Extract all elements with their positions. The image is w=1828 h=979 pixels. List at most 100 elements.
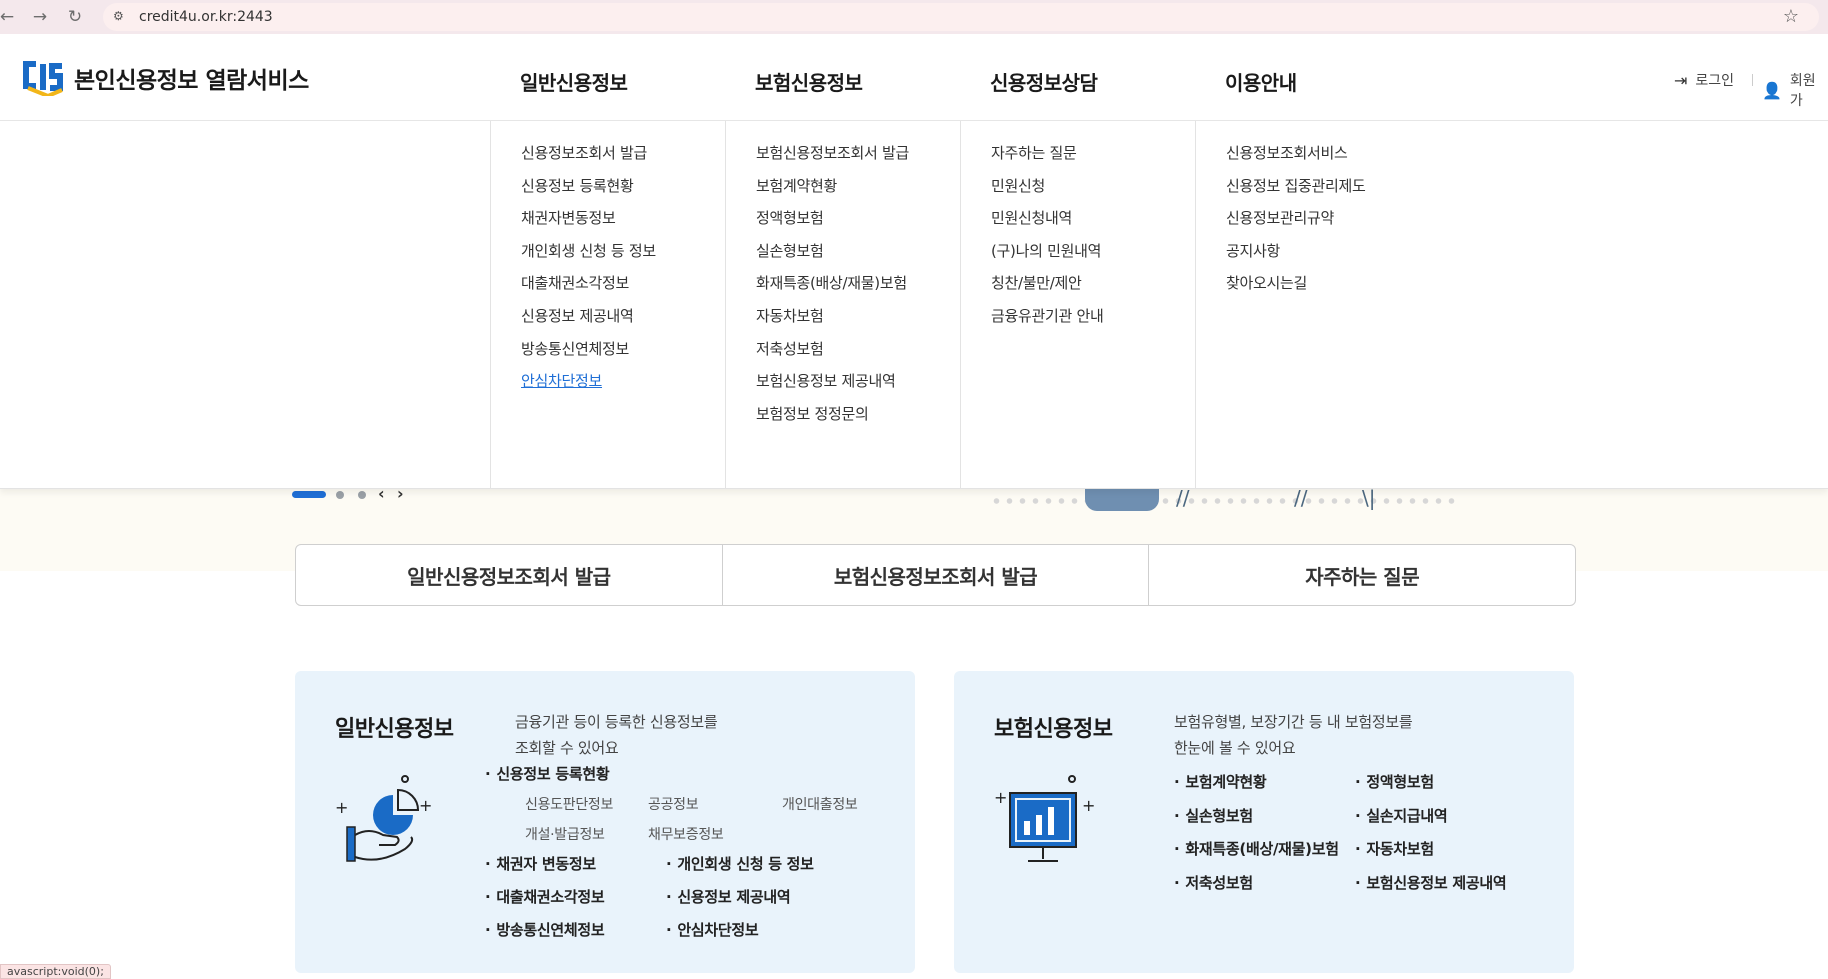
quick-faq-button[interactable]: 자주하는 질문 (1149, 545, 1575, 605)
monitor-bar-chart-icon: + + (994, 775, 1094, 862)
card-link[interactable]: 대출채권소각정보 (485, 886, 604, 907)
nav-consulting[interactable]: 신용정보상담 (990, 67, 1098, 96)
menu-item[interactable]: 공지사항 (1226, 241, 1828, 274)
nav-general-credit[interactable]: 일반신용정보 (520, 67, 628, 96)
card-description: 금융기관 등이 등록한 신용정보를 조회할 수 있어요 (515, 709, 718, 761)
nav-insurance-credit[interactable]: 보험신용정보 (755, 67, 863, 96)
card-desc-line: 한눈에 볼 수 있어요 (1174, 739, 1296, 757)
menu-item[interactable]: 보험신용정보조회서 발급 (756, 143, 960, 176)
card-link[interactable]: 저축성보험 (1174, 872, 1253, 893)
card-desc-line: 보험유형별, 보장기간 등 내 보험정보를 (1174, 713, 1413, 731)
card-link[interactable]: 개인회생 신청 등 정보 (666, 853, 814, 874)
site-logo[interactable]: 본인신용정보 열람서비스 (22, 60, 309, 96)
menu-item[interactable]: (구)나의 민원내역 (991, 241, 1195, 274)
card-link[interactable]: 보험계약현황 (1174, 771, 1266, 792)
hero-illustration (1085, 489, 1159, 511)
card-link[interactable]: 채권자 변동정보 (485, 853, 596, 874)
menu-item[interactable]: 정액형보험 (756, 208, 960, 241)
card-sub-link[interactable]: 채무보증정보 (648, 824, 724, 844)
menu-item[interactable]: 민원신청 (991, 176, 1195, 209)
card-link[interactable]: 보험신용정보 제공내역 (1355, 872, 1506, 893)
cis-logo-icon (23, 61, 63, 96)
login-link[interactable]: ⇥ 로그인 (1674, 70, 1734, 90)
mega-col-insurance: 보험신용정보조회서 발급 보험계약현황 정액형보험 실손형보험 화재특종(배상/… (725, 121, 960, 489)
card-sub-link[interactable]: 신용도판단정보 (525, 794, 613, 814)
card-desc-line: 금융기관 등이 등록한 신용정보를 (515, 713, 718, 731)
card-link[interactable]: 안심차단정보 (666, 919, 758, 940)
card-link[interactable]: 자동차보험 (1355, 838, 1434, 859)
menu-item[interactable]: 채권자변동정보 (521, 208, 725, 241)
hand-pie-chart-icon: + + (335, 775, 432, 862)
svg-text:+: + (1082, 796, 1094, 815)
menu-item[interactable]: 개인회생 신청 등 정보 (521, 241, 725, 274)
card-link[interactable]: 신용정보 제공내역 (666, 886, 790, 907)
menu-item[interactable]: 신용정보관리규약 (1226, 208, 1828, 241)
hero-illustration-line: // (1294, 486, 1308, 510)
status-bar-url: avascript:void(0); (0, 964, 111, 979)
site-info-icon[interactable]: ⚙ (113, 9, 129, 25)
menu-item[interactable]: 실손형보험 (756, 241, 960, 274)
user-icon: 👤 (1762, 80, 1782, 100)
menu-item[interactable]: 보험정보 정정문의 (756, 404, 960, 437)
menu-item[interactable]: 자주하는 질문 (991, 143, 1195, 176)
menu-item[interactable]: 자동차보험 (756, 306, 960, 339)
slider-indicator-active[interactable] (292, 491, 326, 498)
menu-item[interactable]: 신용정보 등록현황 (521, 176, 725, 209)
hero-illustration-line: \| (1362, 486, 1376, 510)
menu-item[interactable]: 저축성보험 (756, 339, 960, 372)
menu-item[interactable]: 민원신청내역 (991, 208, 1195, 241)
mega-col-general: 신용정보조회서 발급 신용정보 등록현황 채권자변동정보 개인회생 신청 등 정… (490, 121, 725, 489)
menu-item[interactable]: 방송통신연체정보 (521, 339, 725, 372)
menu-item[interactable]: 칭찬/불만/제안 (991, 273, 1195, 306)
svg-text:+: + (419, 796, 432, 815)
menu-item[interactable]: 보험계약현황 (756, 176, 960, 209)
card-link[interactable]: 실손지급내역 (1355, 805, 1447, 826)
menu-item[interactable]: 신용정보조회서 발급 (521, 143, 725, 176)
hero-illustration-line: // (1176, 486, 1190, 510)
menu-item[interactable]: 보험신용정보 제공내역 (756, 371, 960, 404)
svg-text:+: + (335, 798, 348, 817)
quick-insurance-report-button[interactable]: 보험신용정보조회서 발급 (723, 545, 1150, 605)
card-desc-line: 조회할 수 있어요 (515, 739, 619, 757)
mega-col-guide: 신용정보조회서비스 신용정보 집중관리제도 신용정보관리규약 공지사항 찾아오시… (1195, 121, 1828, 489)
quick-general-report-button[interactable]: 일반신용정보조회서 발급 (296, 545, 723, 605)
bookmark-star-icon[interactable]: ☆ (1783, 6, 1799, 27)
card-link-register-status[interactable]: 신용정보 등록현황 (485, 763, 609, 784)
join-link[interactable]: 👤 회원가 (1762, 70, 1828, 110)
mega-col-consulting: 자주하는 질문 민원신청 민원신청내역 (구)나의 민원내역 칭찬/불만/제안 … (960, 121, 1195, 489)
card-insurance-credit[interactable]: 보험신용정보 보험유형별, 보장기간 등 내 보험정보를 한눈에 볼 수 있어요… (954, 671, 1574, 973)
card-sub-link[interactable]: 개인대출정보 (782, 794, 858, 814)
card-general-credit[interactable]: 일반신용정보 금융기관 등이 등록한 신용정보를 조회할 수 있어요 + + 신… (295, 671, 915, 973)
url-text: credit4u.or.kr:2443 (139, 9, 273, 25)
card-link[interactable]: 방송통신연체정보 (485, 919, 604, 940)
card-link[interactable]: 정액형보험 (1355, 771, 1434, 792)
reload-icon[interactable]: ↻ (62, 4, 88, 30)
nav-guide[interactable]: 이용안내 (1225, 67, 1297, 96)
forward-icon[interactable]: → (27, 4, 53, 30)
card-link[interactable]: 실손형보험 (1174, 805, 1253, 826)
hero-decoration-dots (990, 498, 1460, 504)
slider-indicator-dot[interactable] (358, 491, 366, 499)
card-sub-link[interactable]: 공공정보 (648, 794, 699, 814)
login-icon: ⇥ (1674, 70, 1688, 90)
slider-indicator-dot[interactable] (336, 491, 344, 499)
join-label: 회원가 (1789, 73, 1816, 109)
login-label: 로그인 (1695, 73, 1735, 89)
quick-menu: 일반신용정보조회서 발급 보험신용정보조회서 발급 자주하는 질문 (295, 544, 1576, 606)
browser-toolbar: ← → ↻ ⚙ credit4u.or.kr:2443 ☆ (0, 0, 1828, 34)
menu-item[interactable]: 신용정보 제공내역 (521, 306, 725, 339)
menu-item[interactable]: 찾아오시는길 (1226, 273, 1828, 306)
card-link[interactable]: 화재특종(배상/재물)보험 (1174, 838, 1339, 859)
card-sub-link[interactable]: 개설·발급정보 (525, 824, 605, 844)
menu-item[interactable]: 금융유관기관 안내 (991, 306, 1195, 339)
menu-item-active[interactable]: 안심차단정보 (521, 371, 725, 404)
card-description: 보험유형별, 보장기간 등 내 보험정보를 한눈에 볼 수 있어요 (1174, 709, 1413, 761)
card-title: 일반신용정보 (335, 717, 454, 742)
site-header: 본인신용정보 열람서비스 일반신용정보 보험신용정보 신용정보상담 이용안내 ⇥… (0, 36, 1828, 121)
back-icon[interactable]: ← (0, 4, 20, 30)
menu-item[interactable]: 대출채권소각정보 (521, 273, 725, 306)
address-bar[interactable]: ⚙ credit4u.or.kr:2443 ☆ (103, 3, 1819, 31)
menu-item[interactable]: 신용정보조회서비스 (1226, 143, 1828, 176)
menu-item[interactable]: 신용정보 집중관리제도 (1226, 176, 1828, 209)
menu-item[interactable]: 화재특종(배상/재물)보험 (756, 273, 960, 306)
